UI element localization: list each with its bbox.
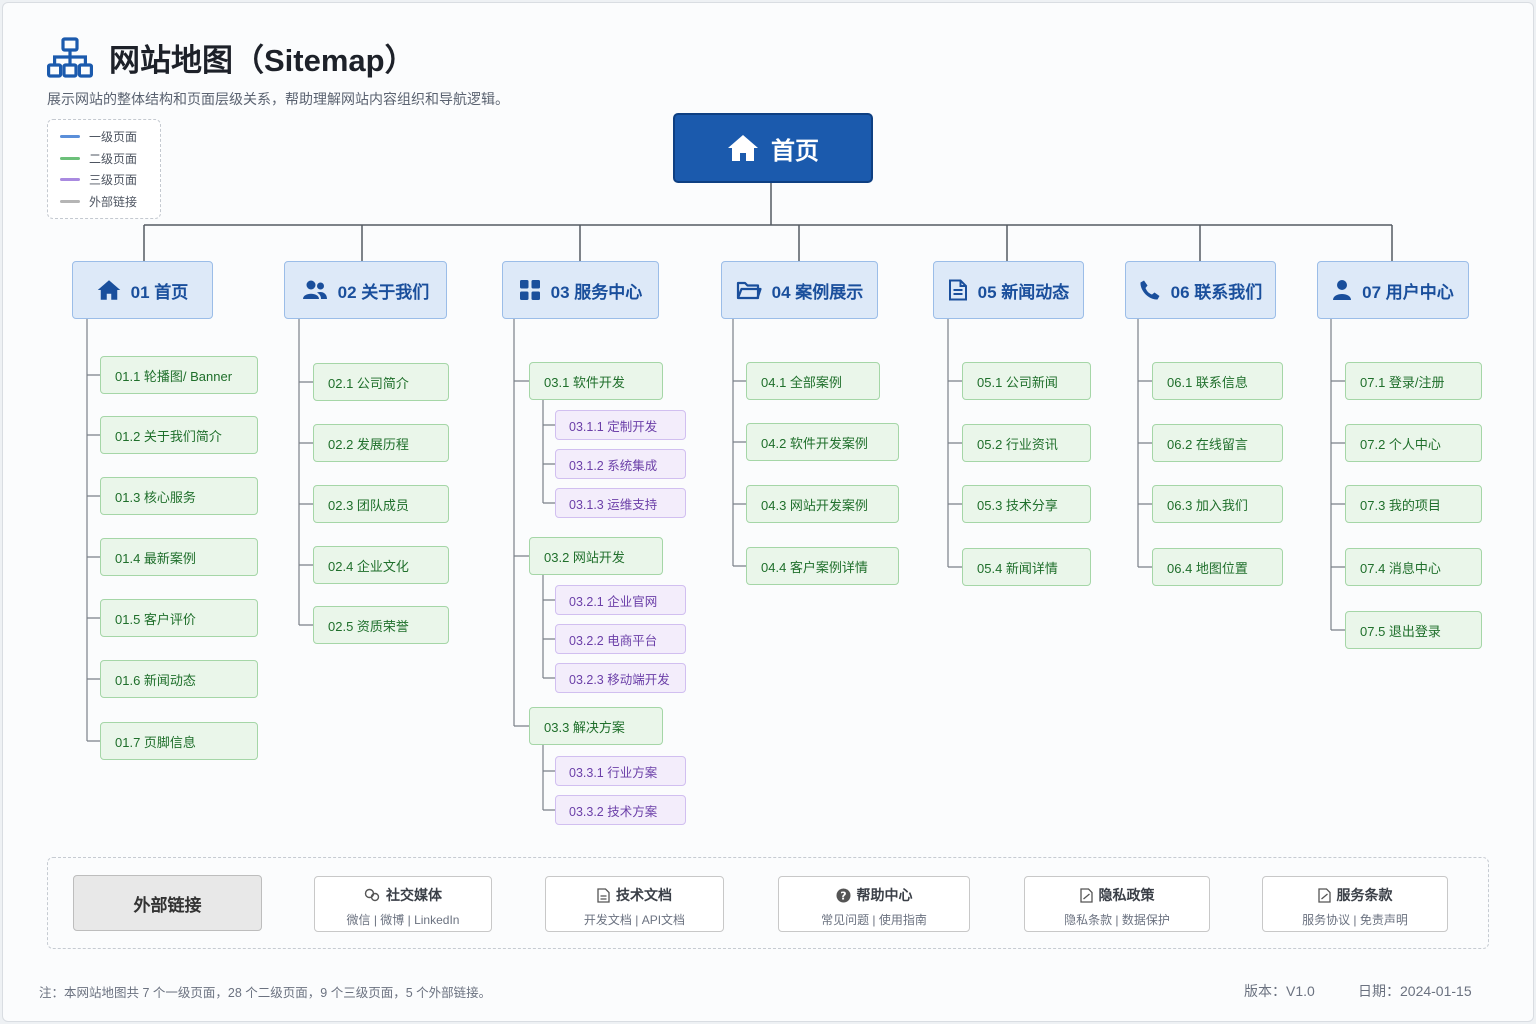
external-link-header: 社交媒体 — [315, 885, 491, 905]
grid-icon — [519, 280, 540, 300]
user-icon — [1333, 280, 1352, 300]
page-node[interactable]: 04.3 网站开发案例 — [746, 485, 899, 523]
page-node[interactable]: 07.1 登录/注册 — [1345, 362, 1482, 400]
page-node[interactable]: 01.5 客户评价 — [100, 599, 258, 637]
section-node-02[interactable]: 02 关于我们 — [284, 261, 447, 319]
subpage-node[interactable]: 03.1.1 定制开发 — [555, 410, 686, 440]
section-node-06[interactable]: 06 联系我们 — [1125, 261, 1276, 319]
external-link-title: 服务条款 — [1336, 887, 1393, 903]
svg-text:?: ? — [840, 889, 846, 902]
section-node-04[interactable]: 04 案例展示 — [721, 261, 878, 319]
home-icon — [728, 135, 758, 161]
section-node-05[interactable]: 05 新闻动态 — [933, 261, 1084, 319]
external-link-title: 帮助中心 — [856, 887, 913, 903]
phone-icon — [1140, 280, 1160, 300]
subpage-node[interactable]: 03.2.1 企业官网 — [555, 585, 686, 615]
page-node[interactable]: 07.5 退出登录 — [1345, 611, 1482, 649]
external-link-docs[interactable]: 技术文档 开发文档 | API文档 — [545, 876, 724, 932]
subpage-node[interactable]: 03.3.2 技术方案 — [555, 795, 686, 825]
page-node[interactable]: 06.3 加入我们 — [1152, 485, 1283, 523]
section-node-07[interactable]: 07 用户中心 — [1317, 261, 1469, 319]
external-link-subtitle: 开发文档 | API文档 — [583, 913, 686, 927]
external-link-header: 隐私政策 — [1025, 885, 1209, 905]
section-label: 06 联系我们 — [1170, 282, 1263, 302]
external-link-subtitle: 微信 | 微博 | LinkedIn — [346, 913, 460, 927]
page-node[interactable]: 02.3 团队成员 — [313, 485, 449, 523]
section-label: 04 案例展示 — [771, 282, 864, 302]
folder-icon — [736, 281, 762, 300]
section-node-03[interactable]: 03 服务中心 — [502, 261, 659, 319]
page-node[interactable]: 05.3 技术分享 — [962, 485, 1091, 523]
external-link-help[interactable]: ? 帮助中心 常见问题 | 使用指南 — [778, 876, 970, 932]
page-node[interactable]: 05.2 行业资讯 — [962, 424, 1091, 462]
page-node[interactable]: 01.6 新闻动态 — [100, 660, 258, 698]
page-node[interactable]: 07.3 我的项目 — [1345, 485, 1482, 523]
page-node[interactable]: 01.7 页脚信息 — [100, 722, 258, 760]
external-link-terms[interactable]: 服务条款 服务协议 | 免责声明 — [1262, 876, 1448, 932]
privacy-doc-icon — [1079, 887, 1093, 903]
page-node[interactable]: 01.2 关于我们简介 — [100, 416, 258, 454]
external-links-title: 外部链接 — [73, 875, 262, 931]
external-link-title: 社交媒体 — [386, 887, 442, 903]
external-link-title: 技术文档 — [616, 887, 672, 903]
root-node-home[interactable]: 首页 — [673, 113, 873, 183]
page-node[interactable]: 02.5 资质荣誉 — [313, 606, 449, 644]
doc-icon — [597, 887, 610, 903]
external-link-subtitle: 常见问题 | 使用指南 — [821, 913, 927, 927]
section-node-01[interactable]: 01 首页 — [72, 261, 213, 319]
sitemap-canvas: 网站地图（Sitemap） 展示网站的整体结构和页面层级关系，帮助理解网站内容组… — [2, 2, 1534, 1022]
subpage-node[interactable]: 03.2.2 电商平台 — [555, 624, 686, 654]
subpage-node[interactable]: 03.3.1 行业方案 — [555, 756, 686, 786]
page-node[interactable]: 04.4 客户案例详情 — [746, 547, 899, 585]
page-node[interactable]: 01.1 轮播图/ Banner — [100, 356, 258, 394]
external-link-header: ? 帮助中心 — [779, 885, 969, 905]
footer-version: 版本：V1.0 — [1244, 983, 1315, 999]
page-node[interactable]: 04.2 软件开发案例 — [746, 423, 899, 461]
subpage-node[interactable]: 03.1.3 运维支持 — [555, 488, 686, 518]
section-label: 07 用户中心 — [1362, 282, 1454, 302]
page-node[interactable]: 06.2 在线留言 — [1152, 424, 1283, 462]
users-icon — [302, 280, 327, 299]
page-node[interactable]: 06.1 联系信息 — [1152, 362, 1283, 400]
page-node[interactable]: 03.2 网站开发 — [529, 537, 663, 575]
section-label: 02 关于我们 — [337, 282, 430, 302]
external-link-privacy[interactable]: 隐私政策 隐私条款 | 数据保护 — [1024, 876, 1210, 932]
external-link-title: 隐私政策 — [1098, 887, 1155, 903]
page-node[interactable]: 02.1 公司简介 — [313, 363, 449, 401]
section-label: 01 首页 — [130, 282, 189, 302]
page-node[interactable]: 03.3 解决方案 — [529, 707, 663, 745]
page-node[interactable]: 07.4 消息中心 — [1345, 548, 1482, 586]
external-link-header: 技术文档 — [546, 885, 723, 905]
external-link-social[interactable]: 社交媒体 微信 | 微博 | LinkedIn — [314, 876, 492, 932]
page-node[interactable]: 02.4 企业文化 — [313, 546, 449, 584]
help-icon: ? — [836, 888, 850, 902]
subpage-node[interactable]: 03.1.2 系统集成 — [555, 449, 686, 479]
share-icon — [364, 888, 380, 902]
home-icon — [97, 280, 120, 300]
page-node[interactable]: 06.4 地图位置 — [1152, 548, 1283, 586]
page-node[interactable]: 03.1 软件开发 — [529, 362, 663, 400]
terms-doc-icon — [1317, 887, 1331, 903]
page-node[interactable]: 01.3 核心服务 — [100, 477, 258, 515]
external-link-subtitle: 隐私条款 | 数据保护 — [1064, 913, 1170, 927]
root-node-label: 首页 — [771, 137, 819, 165]
footer-date: 日期：2024-01-15 — [1358, 983, 1472, 999]
document-icon — [948, 279, 967, 301]
page-node[interactable]: 05.4 新闻详情 — [962, 548, 1091, 586]
section-label: 03 服务中心 — [550, 282, 643, 302]
subpage-node[interactable]: 03.2.3 移动端开发 — [555, 663, 686, 693]
external-link-header: 服务条款 — [1263, 885, 1447, 905]
page-node[interactable]: 02.2 发展历程 — [313, 424, 449, 462]
section-label: 05 新闻动态 — [977, 282, 1070, 302]
page-node[interactable]: 01.4 最新案例 — [100, 538, 258, 576]
footer-note: 注：本网站地图共 7 个一级页面，28 个二级页面，9 个三级页面，5 个外部链… — [39, 986, 492, 1000]
page-node[interactable]: 07.2 个人中心 — [1345, 424, 1482, 462]
page-node[interactable]: 05.1 公司新闻 — [962, 362, 1091, 400]
external-link-subtitle: 服务协议 | 免责声明 — [1302, 913, 1408, 927]
page-node[interactable]: 04.1 全部案例 — [746, 362, 880, 400]
